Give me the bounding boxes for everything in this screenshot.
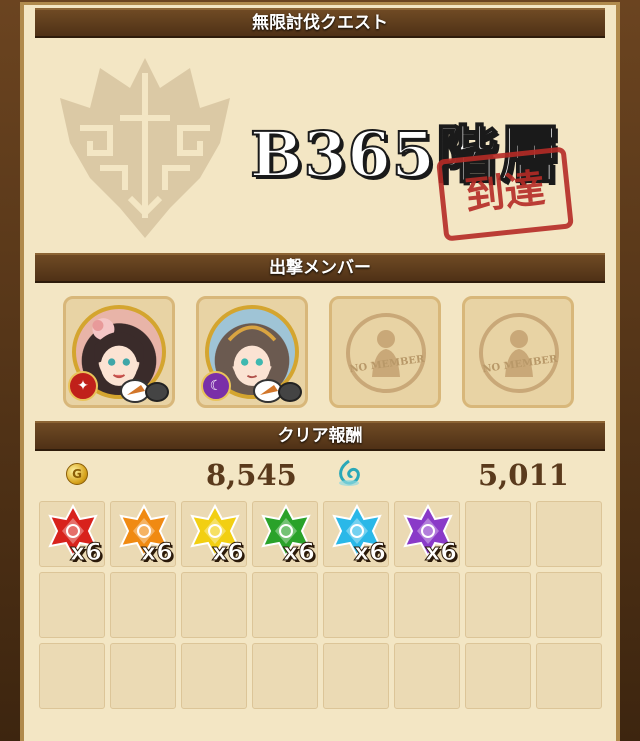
empty-reward-slot [110, 572, 176, 638]
reward-quantity: x6 [424, 538, 457, 567]
empty-reward-slot [39, 572, 105, 638]
reward-quantity: x6 [69, 538, 102, 567]
empty-reward-slot [252, 572, 318, 638]
currency-reward-row: G 8,545 5,011 [36, 455, 604, 495]
soul-icon [339, 459, 360, 486]
empty-reward-slot [536, 501, 602, 567]
member-slot-2[interactable]: ☾ [196, 296, 308, 408]
empty-reward-slot [465, 643, 531, 709]
reward-item-slot[interactable]: x6 [394, 501, 460, 567]
weapon-type-icon [120, 379, 169, 403]
empty-reward-slot [39, 643, 105, 709]
empty-reward-slot [252, 643, 318, 709]
empty-reward-slot [110, 643, 176, 709]
empty-reward-slot [323, 643, 389, 709]
member-slot-4-empty[interactable]: NO MEMBER [462, 296, 574, 408]
fire-element-icon: ✦ [68, 371, 98, 401]
reward-quantity: x6 [140, 538, 173, 567]
dark-element-icon: ☾ [201, 371, 231, 401]
no-member-seal-icon [346, 313, 426, 393]
empty-reward-slot [323, 572, 389, 638]
rewards-header-bar: クリア報酬 [35, 421, 605, 451]
empty-reward-slot [536, 643, 602, 709]
reward-item-slot[interactable]: x6 [181, 501, 247, 567]
empty-reward-slot [465, 501, 531, 567]
empty-reward-slot [465, 572, 531, 638]
member-slot-3-empty[interactable]: NO MEMBER [329, 296, 441, 408]
reward-item-slot[interactable]: x6 [252, 501, 318, 567]
member-slot-1[interactable]: ✦ [63, 296, 175, 408]
reward-quantity: x6 [282, 538, 315, 567]
reward-item-slot[interactable]: x6 [39, 501, 105, 567]
empty-reward-slot [394, 572, 460, 638]
reward-quantity: x6 [353, 538, 386, 567]
weapon-type-icon [253, 379, 302, 403]
gold-coin-icon: G [66, 463, 88, 485]
reward-quantity: x6 [211, 538, 244, 567]
reward-item-slot[interactable]: x6 [323, 501, 389, 567]
no-member-seal-icon [479, 313, 559, 393]
quest-title-bar: 無限討伐クエスト [35, 8, 605, 38]
empty-reward-slot [181, 572, 247, 638]
reached-stamp: 到達 [436, 146, 574, 242]
gold-amount: 8,545 [206, 458, 297, 492]
members-header-bar: 出撃メンバー [35, 253, 605, 283]
reward-item-slot[interactable]: x6 [110, 501, 176, 567]
empty-reward-slot [181, 643, 247, 709]
empty-reward-slot [394, 643, 460, 709]
soul-amount: 5,011 [478, 458, 569, 492]
empty-reward-slot [536, 572, 602, 638]
quest-emblem-icon [60, 58, 230, 238]
